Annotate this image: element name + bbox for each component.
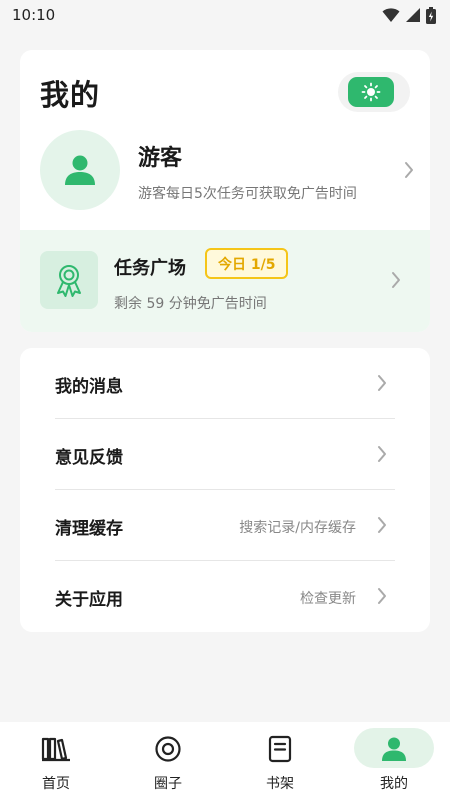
nav-label: 书架 [266, 776, 294, 792]
menu-item-label: 我的消息 [55, 377, 123, 397]
theme-toggle[interactable] [338, 72, 410, 112]
nav-item-home[interactable]: 首页 [15, 728, 97, 792]
task-square-row[interactable]: 任务广场 今日 1/5 剩余 59 分钟免广告时间 [20, 230, 430, 332]
theme-light-button[interactable] [348, 77, 394, 107]
menu-item-about-app[interactable]: 关于应用 检查更新 [20, 561, 430, 632]
settings-menu: 我的消息 意见反馈 清理缓存 搜索记录/内存缓存 关于应用 检查更新 [20, 348, 430, 632]
menu-item-value: 搜索记录/内存缓存 [239, 520, 356, 536]
task-progress-badge: 今日 1/5 [205, 248, 289, 279]
chevron-right-icon [402, 160, 416, 180]
wifi-icon [382, 8, 400, 22]
profile-card: 我的 游客 游客每日5次任务可获取免广告时间 任务广场 今日 1/5 剩余 59… [20, 50, 430, 332]
nav-label: 我的 [380, 776, 408, 792]
menu-item-label: 清理缓存 [55, 519, 123, 539]
user-description: 游客每日5次任务可获取免广告时间 [138, 186, 357, 202]
chevron-right-icon [375, 515, 389, 535]
chevron-right-icon [375, 373, 389, 393]
chevron-right-icon [375, 586, 389, 606]
battery-icon [426, 6, 436, 24]
menu-item-feedback[interactable]: 意见反馈 [20, 419, 430, 490]
bottom-nav: 首页 圈子 书架 我的 [0, 722, 450, 800]
nav-item-circle[interactable]: 圈子 [127, 728, 209, 792]
nav-label: 圈子 [154, 776, 182, 792]
menu-item-value: 检查更新 [300, 591, 356, 607]
task-title: 任务广场 [114, 258, 186, 279]
signal-icon [406, 8, 420, 22]
award-icon [40, 251, 98, 309]
nav-item-mine[interactable]: 我的 [353, 728, 435, 792]
avatar[interactable] [40, 130, 120, 210]
chevron-right-icon [389, 270, 403, 290]
chevron-right-icon [375, 444, 389, 464]
user-profile-row[interactable]: 游客 游客每日5次任务可获取免广告时间 [20, 130, 430, 210]
menu-item-label: 意见反馈 [55, 448, 123, 468]
person-icon [353, 734, 435, 764]
task-subtitle: 剩余 59 分钟免广告时间 [114, 296, 267, 312]
menu-item-clear-cache[interactable]: 清理缓存 搜索记录/内存缓存 [20, 490, 430, 561]
sun-icon [361, 82, 381, 102]
user-name: 游客 [138, 146, 183, 171]
person-icon [65, 155, 95, 185]
bookshelf-books-icon [15, 734, 97, 764]
menu-item-my-messages[interactable]: 我的消息 [20, 348, 430, 419]
menu-item-label: 关于应用 [55, 590, 123, 610]
status-bar: 10:10 [0, 0, 450, 30]
circle-target-icon [127, 734, 209, 764]
book-page-icon [239, 734, 321, 764]
nav-label: 首页 [42, 776, 70, 792]
nav-item-bookshelf[interactable]: 书架 [239, 728, 321, 792]
page-title: 我的 [40, 78, 101, 112]
status-time: 10:10 [12, 6, 56, 24]
